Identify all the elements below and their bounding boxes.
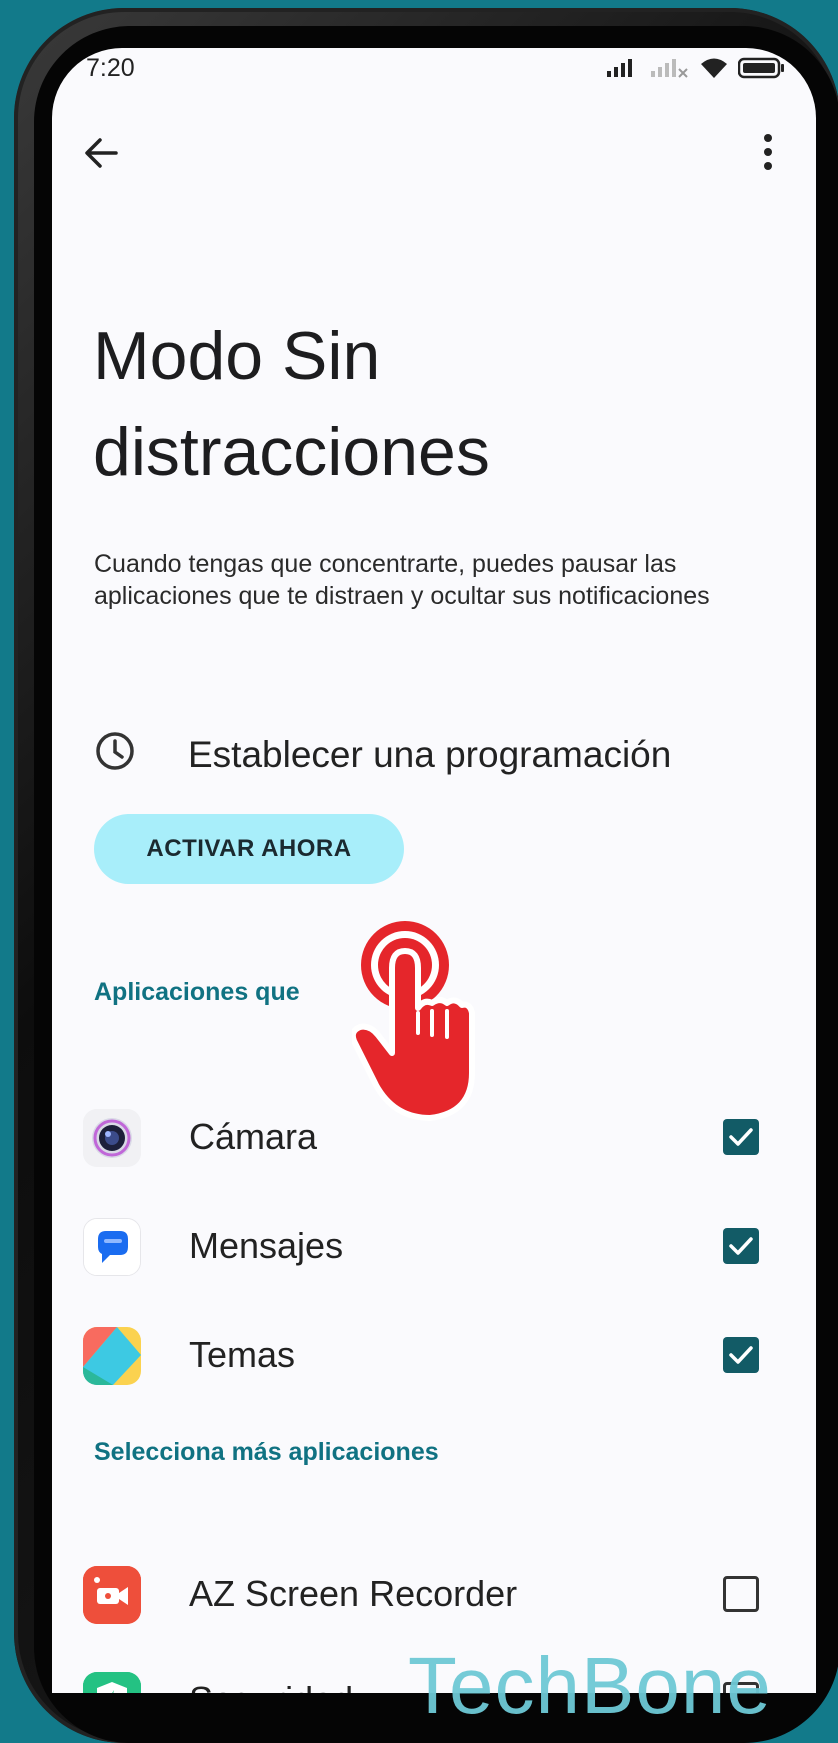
app-name: Mensajes xyxy=(189,1225,344,1266)
app-name: AZ Screen Recorder xyxy=(189,1573,518,1614)
app-name: Cámara xyxy=(189,1116,318,1157)
app-row-az-screen-recorder[interactable]: AZ Screen Recorder xyxy=(52,1545,816,1645)
activate-now-button[interactable]: ACTIVAR AHORA xyxy=(94,814,404,884)
phone-screen: 7:20 Modo Sin distracciones Cuando tenga… xyxy=(52,48,816,1693)
set-schedule-label: Establecer una programación xyxy=(188,734,672,775)
checkbox-checked[interactable] xyxy=(723,1228,759,1264)
app-name: Seguridad xyxy=(189,1679,353,1693)
app-row-temas[interactable]: Temas xyxy=(52,1306,816,1406)
battery-icon xyxy=(738,57,784,79)
page-title-line2: distracciones xyxy=(93,414,490,490)
clock-icon xyxy=(96,732,134,770)
more-options-icon[interactable] xyxy=(748,128,788,178)
status-time: 7:20 xyxy=(86,54,135,82)
app-bar xyxy=(52,128,816,198)
checkbox-checked[interactable] xyxy=(723,1337,759,1373)
back-arrow-icon[interactable] xyxy=(78,128,128,178)
page-title: Modo Sin distracciones xyxy=(93,308,743,500)
distracting-apps-header-text: Aplicaciones que xyxy=(94,978,300,1006)
status-icons xyxy=(606,56,786,80)
wifi-icon xyxy=(701,58,727,78)
app-name: Temas xyxy=(189,1334,296,1375)
watermark-logo: TechBone xyxy=(408,1641,772,1730)
themes-app-icon xyxy=(83,1327,141,1385)
app-row-mensajes[interactable]: Mensajes xyxy=(52,1197,816,1297)
checkbox-checked[interactable] xyxy=(723,1119,759,1155)
security-app-icon xyxy=(83,1672,141,1693)
signal-icon xyxy=(607,59,632,77)
checkbox-unchecked[interactable] xyxy=(723,1576,759,1612)
signal-no-service-icon xyxy=(651,59,688,78)
page-title-line1: Modo Sin xyxy=(93,318,381,394)
status-bar: 7:20 xyxy=(52,48,816,88)
camera-app-icon xyxy=(83,1109,141,1167)
set-schedule-row[interactable]: Establecer una programación xyxy=(52,710,816,800)
page-description: Cuando tengas que concentrarte, puedes p… xyxy=(94,550,710,610)
more-apps-header: Selecciona más aplicaciones xyxy=(94,1438,439,1466)
messages-app-icon xyxy=(83,1218,141,1276)
tap-hand-icon xyxy=(352,921,475,1121)
screen-recorder-app-icon xyxy=(83,1566,141,1624)
